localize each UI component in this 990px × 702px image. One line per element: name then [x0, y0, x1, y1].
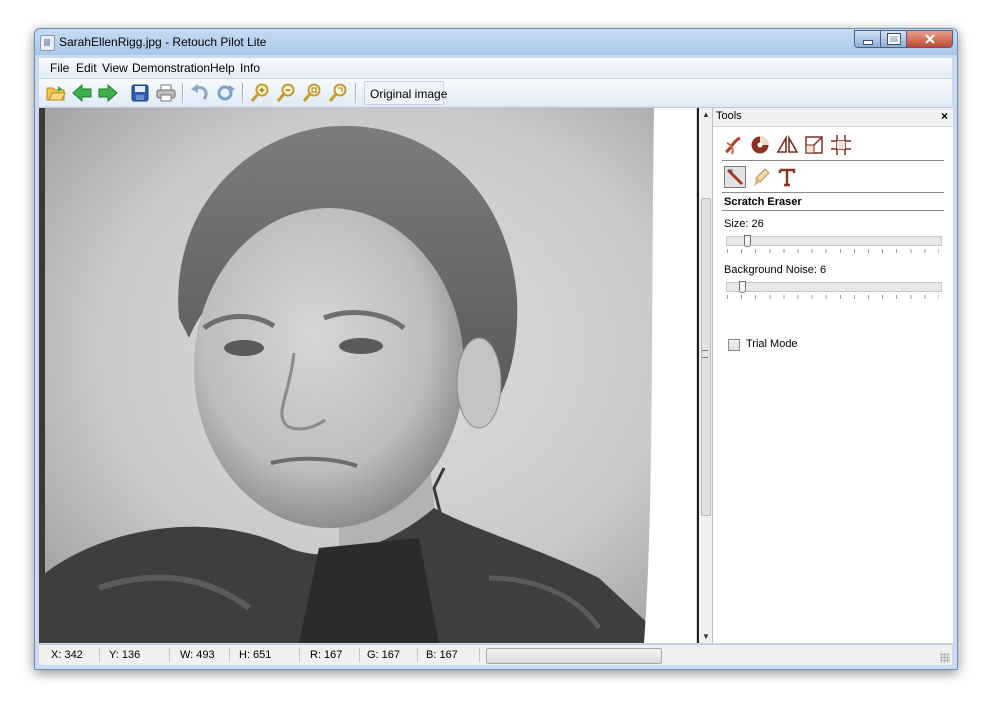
open-icon [46, 86, 66, 101]
maximize-button[interactable] [881, 30, 907, 48]
background-noise-label: Background Noise: 6 [724, 264, 827, 276]
color-tool-button[interactable] [749, 134, 771, 156]
redo-icon [217, 85, 235, 101]
background-noise-slider[interactable] [726, 281, 942, 293]
zoom-actual-icon [328, 83, 347, 102]
zoom-in-button[interactable] [249, 82, 271, 104]
tools-panel: Tools × Scratch Eraser Size: 26 Backgrou… [713, 108, 953, 643]
splitter-grip-icon[interactable] [702, 350, 708, 358]
text-icon [778, 168, 796, 187]
color-wheel-icon [751, 136, 769, 154]
zoom-in-icon [250, 83, 269, 102]
app-icon[interactable] [40, 35, 55, 51]
menu-demonstration[interactable]: Demonstration [132, 61, 210, 75]
image-canvas[interactable] [39, 108, 696, 643]
status-h: H: 651 [239, 649, 272, 661]
grid-tool-button[interactable] [830, 134, 852, 156]
noise-slider-ticks [727, 295, 939, 299]
zoom-fit-icon [302, 83, 321, 102]
trial-mode-label: Trial Mode [746, 338, 798, 350]
minimize-button[interactable] [854, 30, 881, 48]
zoom-actual-button[interactable] [327, 82, 349, 104]
undo-button[interactable] [189, 82, 211, 104]
close-icon [924, 34, 935, 44]
menu-edit[interactable]: Edit [76, 61, 97, 75]
print-icon [156, 84, 176, 102]
noise-slider-thumb[interactable] [739, 281, 746, 293]
minimize-icon [862, 39, 873, 45]
size-slider[interactable] [726, 235, 942, 247]
zoom-out-icon [276, 83, 295, 102]
perspective-icon [776, 135, 798, 153]
retouch-tool-button[interactable] [722, 134, 744, 156]
vertical-scrollbar[interactable]: ▲ ▼ [697, 108, 713, 643]
smudge-brush-button[interactable] [750, 166, 772, 188]
trial-mode-checkbox[interactable] [728, 339, 740, 351]
text-tool-button[interactable] [776, 166, 798, 188]
back-button[interactable] [71, 82, 93, 104]
tools-title: Tools [716, 110, 742, 122]
crop-tool-button[interactable] [803, 134, 825, 156]
window-controls [854, 30, 953, 48]
status-r: R: 167 [310, 649, 343, 661]
scratch-eraser-icon [726, 168, 744, 186]
resize-grip-icon[interactable] [940, 653, 950, 663]
grid-icon [831, 135, 851, 155]
window-title: SarahEllenRigg.jpg - Retouch Pilot Lite [59, 35, 267, 49]
title-bar: SarahEllenRigg.jpg - Retouch Pilot Lite [35, 29, 957, 55]
print-button[interactable] [155, 82, 177, 104]
save-icon [131, 84, 149, 102]
save-button[interactable] [129, 82, 151, 104]
tools-header: Tools × [713, 108, 953, 127]
status-b: B: 167 [426, 649, 458, 661]
selected-tool-name: Scratch Eraser [724, 196, 802, 208]
status-y: Y: 136 [109, 649, 141, 661]
maximize-icon [886, 33, 901, 45]
original-image-label: Original image [370, 87, 448, 101]
size-slider-thumb[interactable] [744, 235, 751, 247]
app-window: SarahEllenRigg.jpg - Retouch Pilot Lite … [34, 28, 958, 670]
menu-bar: File Edit View Demonstration Help Info [39, 58, 952, 79]
redo-button[interactable] [215, 82, 237, 104]
tool-row-primary [722, 132, 944, 161]
perspective-tool-button[interactable] [776, 134, 798, 156]
menu-help[interactable]: Help [210, 61, 235, 75]
progress-bar [486, 648, 662, 664]
menu-file[interactable]: File [50, 61, 69, 75]
photo-portrait[interactable] [39, 108, 669, 643]
scratch-eraser-button[interactable] [724, 166, 746, 188]
size-slider-ticks [727, 249, 939, 253]
zoom-fit-button[interactable] [301, 82, 323, 104]
menu-info[interactable]: Info [240, 61, 260, 75]
crop-icon [805, 136, 823, 154]
status-w: W: 493 [180, 649, 215, 661]
close-button[interactable] [907, 30, 953, 48]
status-x: X: 342 [51, 649, 83, 661]
status-bar: X: 342 Y: 136 W: 493 H: 651 R: 167 G: 16… [39, 644, 952, 665]
size-label: Size: 26 [724, 218, 764, 230]
status-g: G: 167 [367, 649, 401, 661]
undo-icon [191, 84, 208, 100]
scroll-up-icon[interactable]: ▲ [702, 110, 710, 119]
open-button[interactable] [45, 82, 67, 104]
tools-close-icon[interactable]: × [941, 109, 948, 123]
zoom-out-button[interactable] [275, 82, 297, 104]
back-icon [72, 84, 92, 102]
scroll-down-icon[interactable]: ▼ [702, 632, 710, 641]
menu-view[interactable]: View [102, 61, 128, 75]
forward-icon [98, 84, 118, 102]
forward-button[interactable] [97, 82, 119, 104]
smudge-brush-icon [754, 168, 770, 186]
toolbar: Original image [39, 79, 952, 108]
tool-row-secondary [722, 164, 944, 193]
retouch-brush-icon [725, 136, 741, 155]
